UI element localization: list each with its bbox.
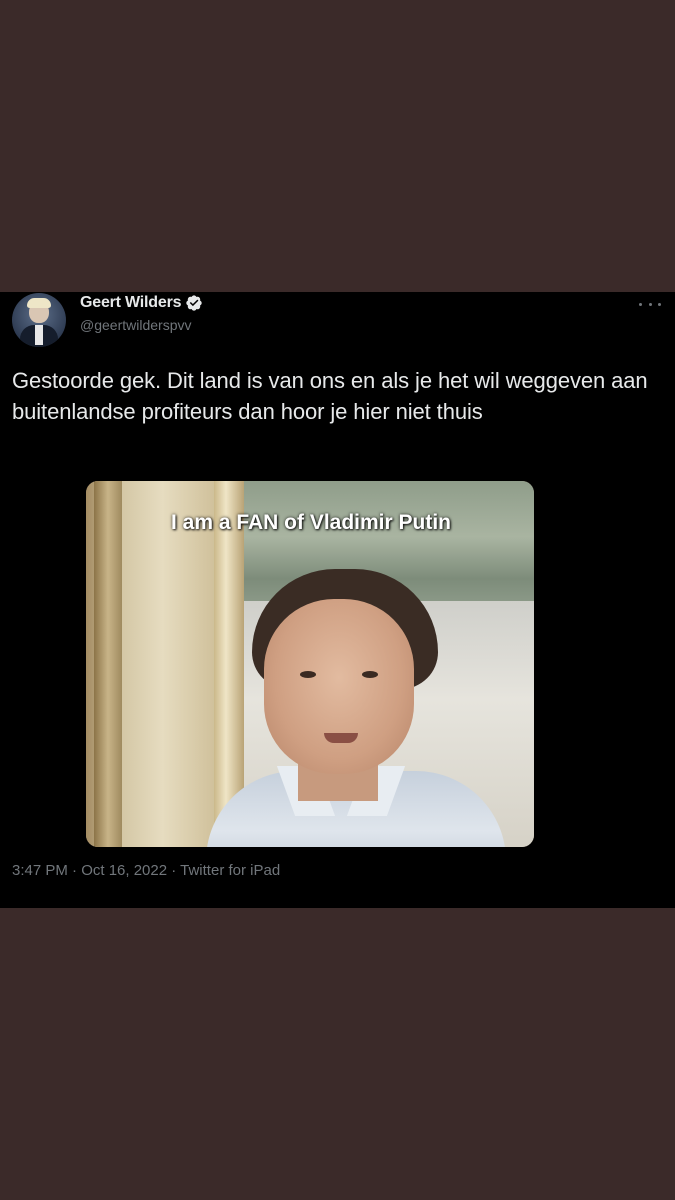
verified-badge-icon (185, 294, 203, 312)
author-row: Geert Wilders (80, 294, 203, 312)
page: Geert Wilders @geertwilderspvv Gestoorde… (0, 0, 675, 1200)
media-caption: I am a FAN of Vladimir Putin (170, 511, 452, 534)
tweet-text: Gestoorde gek. Dit land is van ons en al… (12, 368, 648, 424)
avatar[interactable] (12, 293, 66, 347)
tweet-card[interactable]: Geert Wilders @geertwilderspvv Gestoorde… (0, 292, 675, 908)
more-options-icon[interactable] (639, 296, 661, 312)
tweet-media[interactable]: I am a FAN of Vladimir Putin (86, 481, 534, 847)
handle[interactable]: @geertwilderspvv (80, 317, 191, 333)
tweet-timestamp[interactable]: 3:47 PM · Oct 16, 2022 · Twitter for iPa… (12, 862, 280, 879)
display-name[interactable]: Geert Wilders (80, 294, 181, 312)
